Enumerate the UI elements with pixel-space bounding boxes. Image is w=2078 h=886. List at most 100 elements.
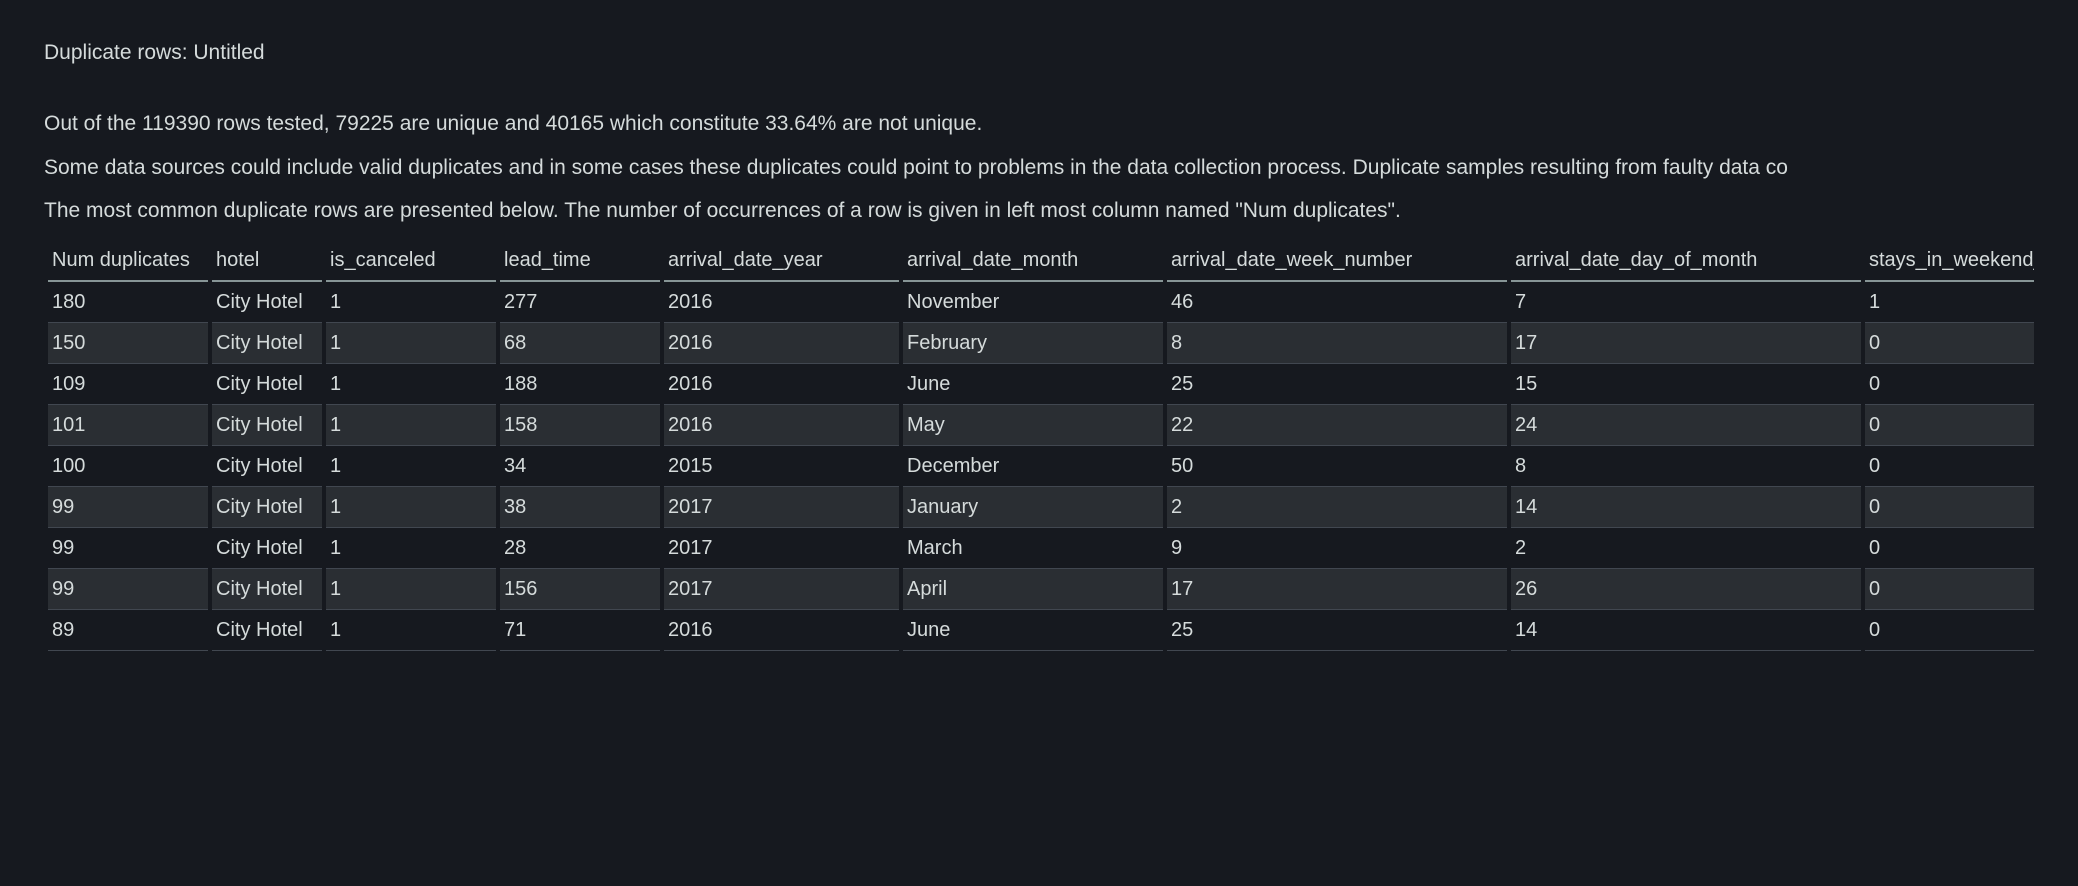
- cell-arrival-date-month: June: [903, 364, 1163, 405]
- duplicate-rows-table-wrap: Num duplicates hotel is_canceled lead_ti…: [44, 240, 2034, 651]
- cell-stays-in-weekend-nights: 0: [1865, 323, 2034, 364]
- summary-line-1: Out of the 119390 rows tested, 79225 are…: [44, 109, 2034, 138]
- cell-is-canceled: 1: [326, 569, 496, 610]
- cell-lead-time: 188: [500, 364, 660, 405]
- cell-arrival-date-year: 2017: [664, 487, 899, 528]
- table-row[interactable]: 99City Hotel11562017April17260: [48, 569, 2034, 610]
- cell-arrival-date-month: January: [903, 487, 1163, 528]
- table-row[interactable]: 180City Hotel12772016November4671: [48, 282, 2034, 323]
- cell-arrival-date-week-number: 2: [1167, 487, 1507, 528]
- table-row[interactable]: 101City Hotel11582016May22240: [48, 405, 2034, 446]
- cell-hotel: City Hotel: [212, 528, 322, 569]
- cell-arrival-date-year: 2016: [664, 323, 899, 364]
- cell-is-canceled: 1: [326, 323, 496, 364]
- cell-arrival-date-day-of-month: 24: [1511, 405, 1861, 446]
- cell-num-duplicates: 100: [48, 446, 208, 487]
- summary-line-3: The most common duplicate rows are prese…: [44, 196, 2034, 225]
- cell-lead-time: 158: [500, 405, 660, 446]
- cell-stays-in-weekend-nights: 0: [1865, 569, 2034, 610]
- cell-arrival-date-year: 2017: [664, 528, 899, 569]
- col-hotel[interactable]: hotel: [212, 240, 322, 282]
- col-lead-time[interactable]: lead_time: [500, 240, 660, 282]
- cell-lead-time: 68: [500, 323, 660, 364]
- cell-arrival-date-week-number: 25: [1167, 610, 1507, 651]
- cell-hotel: City Hotel: [212, 282, 322, 323]
- cell-num-duplicates: 99: [48, 528, 208, 569]
- table-row[interactable]: 89City Hotel1712016June25140: [48, 610, 2034, 651]
- cell-lead-time: 156: [500, 569, 660, 610]
- cell-hotel: City Hotel: [212, 487, 322, 528]
- cell-num-duplicates: 101: [48, 405, 208, 446]
- cell-is-canceled: 1: [326, 487, 496, 528]
- cell-arrival-date-day-of-month: 2: [1511, 528, 1861, 569]
- duplicate-rows-table: Num duplicates hotel is_canceled lead_ti…: [44, 240, 2034, 651]
- cell-arrival-date-day-of-month: 14: [1511, 610, 1861, 651]
- cell-arrival-date-week-number: 25: [1167, 364, 1507, 405]
- cell-hotel: City Hotel: [212, 446, 322, 487]
- cell-arrival-date-week-number: 46: [1167, 282, 1507, 323]
- cell-arrival-date-month: April: [903, 569, 1163, 610]
- cell-is-canceled: 1: [326, 282, 496, 323]
- cell-stays-in-weekend-nights: 0: [1865, 487, 2034, 528]
- cell-arrival-date-week-number: 8: [1167, 323, 1507, 364]
- cell-hotel: City Hotel: [212, 364, 322, 405]
- cell-arrival-date-day-of-month: 26: [1511, 569, 1861, 610]
- table-row[interactable]: 99City Hotel1382017January2140: [48, 487, 2034, 528]
- cell-num-duplicates: 150: [48, 323, 208, 364]
- cell-arrival-date-month: November: [903, 282, 1163, 323]
- cell-hotel: City Hotel: [212, 610, 322, 651]
- cell-arrival-date-month: June: [903, 610, 1163, 651]
- cell-hotel: City Hotel: [212, 569, 322, 610]
- cell-arrival-date-year: 2016: [664, 405, 899, 446]
- cell-is-canceled: 1: [326, 610, 496, 651]
- cell-num-duplicates: 89: [48, 610, 208, 651]
- cell-lead-time: 28: [500, 528, 660, 569]
- cell-stays-in-weekend-nights: 0: [1865, 364, 2034, 405]
- col-arrival-date-day-of-month[interactable]: arrival_date_day_of_month: [1511, 240, 1861, 282]
- cell-is-canceled: 1: [326, 364, 496, 405]
- cell-num-duplicates: 180: [48, 282, 208, 323]
- cell-lead-time: 277: [500, 282, 660, 323]
- cell-arrival-date-year: 2015: [664, 446, 899, 487]
- cell-arrival-date-day-of-month: 7: [1511, 282, 1861, 323]
- cell-lead-time: 34: [500, 446, 660, 487]
- cell-arrival-date-week-number: 9: [1167, 528, 1507, 569]
- cell-stays-in-weekend-nights: 0: [1865, 528, 2034, 569]
- cell-num-duplicates: 99: [48, 487, 208, 528]
- cell-stays-in-weekend-nights: 0: [1865, 405, 2034, 446]
- table-row[interactable]: 109City Hotel11882016June25150: [48, 364, 2034, 405]
- col-is-canceled[interactable]: is_canceled: [326, 240, 496, 282]
- cell-num-duplicates: 109: [48, 364, 208, 405]
- table-row[interactable]: 99City Hotel1282017March920: [48, 528, 2034, 569]
- table-body: 180City Hotel12772016November4671150City…: [48, 282, 2034, 651]
- cell-is-canceled: 1: [326, 405, 496, 446]
- cell-arrival-date-day-of-month: 15: [1511, 364, 1861, 405]
- cell-arrival-date-week-number: 17: [1167, 569, 1507, 610]
- col-arrival-date-week-number[interactable]: arrival_date_week_number: [1167, 240, 1507, 282]
- cell-arrival-date-day-of-month: 17: [1511, 323, 1861, 364]
- cell-stays-in-weekend-nights: 0: [1865, 446, 2034, 487]
- table-row[interactable]: 150City Hotel1682016February8170: [48, 323, 2034, 364]
- cell-arrival-date-year: 2016: [664, 282, 899, 323]
- cell-stays-in-weekend-nights: 0: [1865, 610, 2034, 651]
- cell-lead-time: 38: [500, 487, 660, 528]
- cell-arrival-date-year: 2016: [664, 364, 899, 405]
- cell-arrival-date-month: December: [903, 446, 1163, 487]
- col-num-duplicates[interactable]: Num duplicates: [48, 240, 208, 282]
- cell-stays-in-weekend-nights: 1: [1865, 282, 2034, 323]
- col-arrival-date-month[interactable]: arrival_date_month: [903, 240, 1163, 282]
- cell-is-canceled: 1: [326, 446, 496, 487]
- col-stays-in-weekend-nights[interactable]: stays_in_weekend_nights: [1865, 240, 2034, 282]
- cell-arrival-date-week-number: 50: [1167, 446, 1507, 487]
- table-header-row: Num duplicates hotel is_canceled lead_ti…: [48, 240, 2034, 282]
- col-arrival-date-year[interactable]: arrival_date_year: [664, 240, 899, 282]
- cell-hotel: City Hotel: [212, 405, 322, 446]
- cell-arrival-date-month: February: [903, 323, 1163, 364]
- cell-arrival-date-day-of-month: 14: [1511, 487, 1861, 528]
- cell-arrival-date-month: May: [903, 405, 1163, 446]
- table-row[interactable]: 100City Hotel1342015December5080: [48, 446, 2034, 487]
- cell-arrival-date-day-of-month: 8: [1511, 446, 1861, 487]
- panel-title: Duplicate rows: Untitled: [44, 38, 2034, 67]
- summary-line-2: Some data sources could include valid du…: [44, 153, 2034, 182]
- cell-arrival-date-year: 2016: [664, 610, 899, 651]
